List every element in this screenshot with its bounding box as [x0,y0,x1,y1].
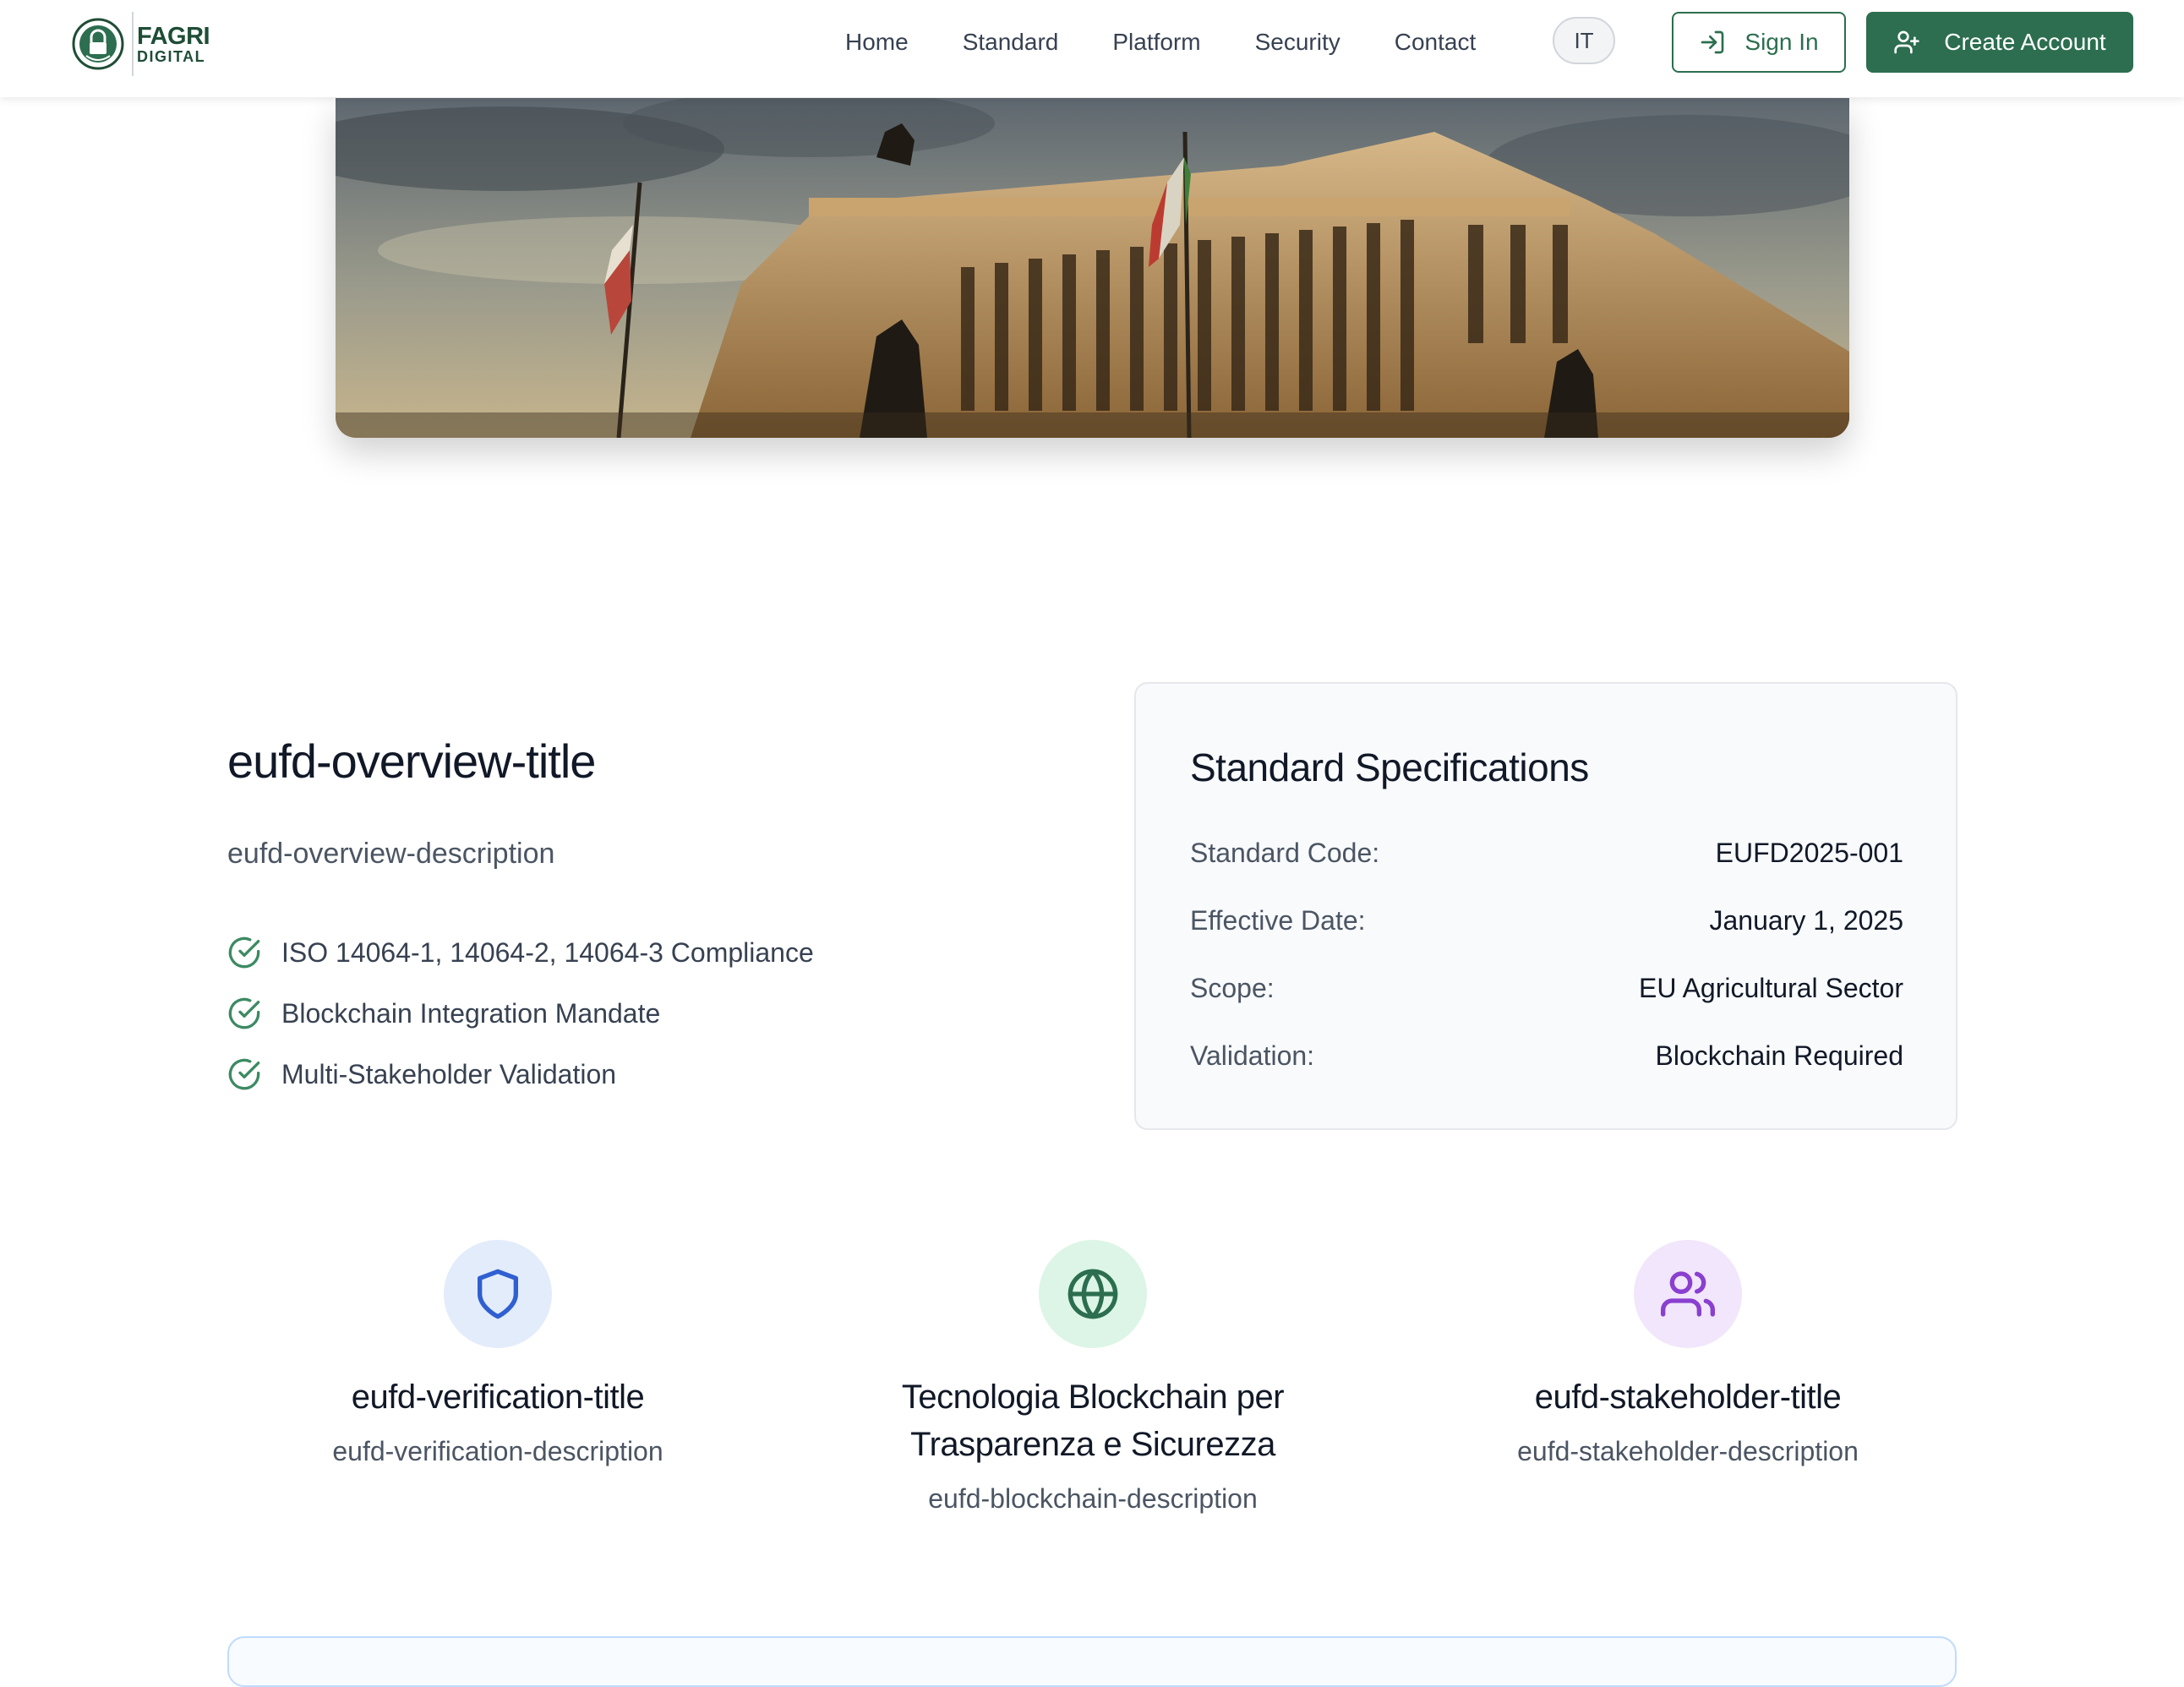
spec-row-validation: Validation: Blockchain Required [1190,1040,1903,1072]
spec-value: EUFD2025-001 [1715,838,1903,868]
spec-label: Scope: [1190,973,1275,1003]
overview-description: eufd-overview-description [227,838,555,870]
brand-logo[interactable]: FAGRI DIGITAL [71,12,210,76]
language-switcher[interactable]: IT [1553,17,1615,64]
feature-description: eufd-stakeholder-description [1517,1436,1859,1466]
spec-value: Blockchain Required [1655,1040,1904,1071]
logo-emblem-icon [72,18,124,70]
users-icon [1661,1271,1715,1317]
feature-description: eufd-verification-description [332,1436,663,1466]
specifications-card: Standard Specifications Standard Code: E… [1134,682,1957,1130]
logo-line1: FAGRI [137,22,210,50]
nav-security[interactable]: Security [1255,29,1340,56]
spec-value: January 1, 2025 [1709,905,1904,936]
create-account-button[interactable]: Create Account [1866,12,2133,73]
top-navbar: FAGRI DIGITAL Home Standard Platform Sec… [0,0,2184,97]
next-section-card [227,1636,1957,1687]
spec-label: Effective Date: [1190,905,1366,936]
check-circle-icon [228,936,260,969]
nav-contact[interactable]: Contact [1395,29,1477,56]
specifications-title: Standard Specifications [1190,745,1589,789]
list-item: Multi-Stakeholder Validation [227,1044,814,1105]
create-account-label: Create Account [1944,29,2106,55]
list-item: ISO 14064-1, 14064-2, 14064-3 Compliance [227,922,814,983]
feature-icon-circle [1634,1240,1742,1348]
spec-label: Validation: [1190,1040,1315,1071]
spec-row-scope: Scope: EU Agricultural Sector [1190,973,1903,1004]
globe-icon [1067,1269,1118,1319]
hero-image [336,98,1849,438]
list-item-label: ISO 14064-1, 14064-2, 14064-3 Compliance [281,936,814,968]
list-item: Blockchain Integration Mandate [227,983,814,1044]
main-nav: Home Standard Platform Security Contact [845,0,1530,85]
check-circle-icon [228,997,260,1029]
feature-icon-circle [1039,1240,1147,1348]
overview-checklist: ISO 14064-1, 14064-2, 14064-3 Compliance… [227,922,814,1105]
feature-title: eufd-verification-title [351,1379,645,1416]
spec-value: EU Agricultural Sector [1638,973,1903,1003]
spec-row-effective-date: Effective Date: January 1, 2025 [1190,905,1903,936]
feature-verification: eufd-verification-title eufd-verificatio… [278,1240,718,1467]
overview-title: eufd-overview-title [227,734,596,788]
feature-title: Tecnologia Blockchain per Trasparenza e … [901,1379,1285,1463]
nav-home[interactable]: Home [845,29,909,56]
feature-blockchain: Tecnologia Blockchain per Trasparenza e … [873,1240,1313,1515]
sign-in-button[interactable]: Sign In [1672,12,1846,73]
shield-icon [478,1269,518,1319]
logo-wordmark: FAGRI DIGITAL [137,22,210,65]
list-item-label: Multi-Stakeholder Validation [281,1058,617,1089]
list-item-label: Blockchain Integration Mandate [281,997,661,1029]
monument-photo [336,98,1849,438]
check-circle-icon [228,1058,260,1090]
feature-stakeholder: eufd-stakeholder-title eufd-stakeholder-… [1468,1240,1908,1467]
spec-label: Standard Code: [1190,838,1380,868]
feature-icon-circle [444,1240,552,1348]
user-plus-icon [1894,30,1919,54]
nav-standard[interactable]: Standard [963,29,1059,56]
logo-line2: DIGITAL [137,47,206,65]
feature-description: eufd-blockchain-description [928,1483,1258,1514]
logo-divider [132,12,134,76]
feature-title: eufd-stakeholder-title [1534,1379,1842,1416]
spec-row-standard-code: Standard Code: EUFD2025-001 [1190,838,1903,869]
sign-in-label: Sign In [1744,29,1819,55]
nav-platform[interactable]: Platform [1112,29,1200,56]
sign-in-icon [1701,30,1724,54]
